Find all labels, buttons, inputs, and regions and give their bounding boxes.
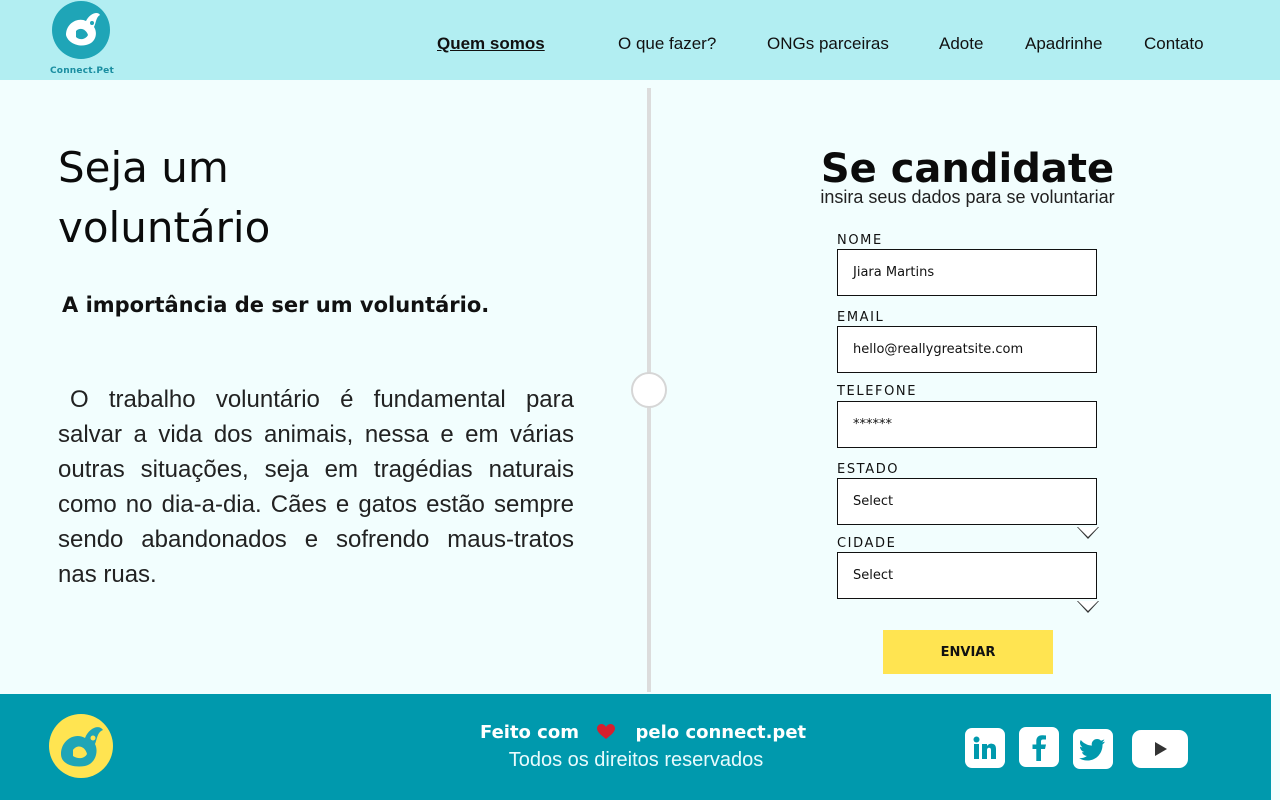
divider-handle[interactable]	[631, 372, 667, 408]
cidade-chevron-down-icon[interactable]	[1077, 601, 1099, 613]
email-field[interactable]: hello@reallygreatsite.com	[837, 326, 1097, 373]
nome-label: NOME	[837, 233, 883, 248]
page-title-line-2: voluntário	[58, 203, 271, 252]
credit-suffix: pelo connect.pet	[635, 722, 807, 743]
body-paragraph: O trabalho voluntário é fundamental para…	[58, 386, 574, 588]
telefone-field[interactable]: ******	[837, 401, 1097, 448]
footer-rights: Todos os direitos reservados	[508, 749, 764, 771]
telefone-label: TELEFONE	[837, 384, 918, 399]
nav-o-que-fazer[interactable]: O que fazer?	[618, 34, 716, 58]
logo-wordmark: Connect.Pet	[50, 66, 114, 76]
twitter-icon[interactable]	[1073, 729, 1113, 769]
footer-logo-icon[interactable]	[49, 714, 113, 778]
nav-adote[interactable]: Adote	[939, 34, 983, 58]
telefone-value: ******	[853, 417, 892, 432]
logo-mark-icon	[52, 1, 110, 59]
email-label: EMAIL	[837, 310, 885, 325]
site-header: Connect.Pet Quem somos O que fazer? ONGs…	[0, 0, 1280, 80]
email-value: hello@reallygreatsite.com	[853, 342, 1024, 357]
cidade-value: Select	[853, 568, 894, 583]
page-title: Seja um voluntário	[58, 138, 558, 258]
form-subtitle: insira seus dados para se voluntariar	[820, 187, 1115, 207]
nome-value: Jiara Martins	[853, 265, 935, 280]
estado-select[interactable]: Select	[837, 478, 1097, 525]
brand-logo[interactable]: Connect.Pet	[50, 0, 114, 80]
facebook-icon[interactable]	[1019, 727, 1059, 767]
site-footer: Feito com pelo connect.pet Todos os dire…	[0, 694, 1271, 800]
section-subtitle: A importância de ser um voluntário.	[62, 293, 490, 317]
nav-ongs-parceiras[interactable]: ONGs parceiras	[767, 34, 889, 58]
nav-contato[interactable]: Contato	[1144, 34, 1204, 58]
nav-apadrinhe[interactable]: Apadrinhe	[1025, 34, 1103, 58]
estado-value: Select	[853, 494, 894, 509]
linkedin-icon[interactable]	[965, 728, 1005, 768]
heart-icon	[597, 724, 617, 745]
credit-prefix: Feito com	[480, 722, 579, 743]
form-title: Se candidate	[820, 146, 1115, 192]
estado-chevron-down-icon[interactable]	[1077, 527, 1099, 539]
nome-field[interactable]: Jiara Martins	[837, 249, 1097, 296]
estado-label: ESTADO	[837, 462, 900, 477]
cidade-label: CIDADE	[837, 536, 897, 551]
page-title-line-1: Seja um	[58, 143, 229, 192]
footer-credit: Feito com pelo connect.pet	[480, 722, 806, 745]
submit-button[interactable]: ENVIAR	[883, 630, 1053, 674]
youtube-icon[interactable]	[1132, 730, 1188, 768]
nav-quem-somos[interactable]: Quem somos	[437, 34, 545, 58]
cidade-select[interactable]: Select	[837, 552, 1097, 599]
